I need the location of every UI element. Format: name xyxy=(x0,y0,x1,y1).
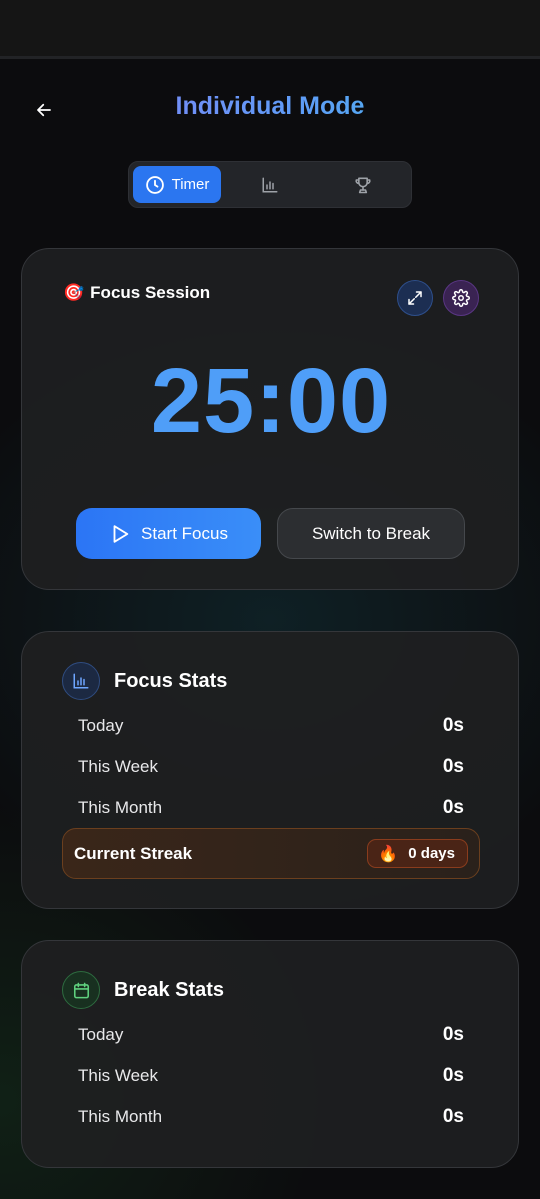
play-icon xyxy=(113,524,129,543)
stat-label: This Week xyxy=(78,1066,158,1085)
stat-label: This Week xyxy=(78,757,158,776)
bar-chart-icon xyxy=(73,673,89,689)
focus-stat-row-week: This Week 0s xyxy=(78,755,464,779)
target-icon: 🎯 xyxy=(63,283,85,302)
timer-display: 25:00 xyxy=(150,350,392,452)
focus-stats-title: Focus Stats xyxy=(114,669,228,692)
gear-icon xyxy=(452,289,470,307)
tab-stats[interactable] xyxy=(227,166,313,203)
stat-value: 0s xyxy=(442,756,464,777)
mode-tabs: Timer xyxy=(128,161,412,208)
focus-stats-header: Focus Stats xyxy=(62,662,227,700)
tab-achievements[interactable] xyxy=(319,166,407,203)
break-stats-icon-badge xyxy=(62,971,100,1009)
focus-session-card: 🎯 Focus Session 25:00 Start Focus Switch… xyxy=(21,248,519,590)
current-streak-row: Current Streak 🔥 0 days xyxy=(62,828,480,879)
break-stats-header: Break Stats xyxy=(62,971,224,1009)
timer-settings-button[interactable] xyxy=(443,280,479,316)
break-stat-row-today: Today 0s xyxy=(78,1023,464,1047)
stat-value: 0s xyxy=(442,1106,464,1127)
focus-stat-row-month: This Month 0s xyxy=(78,796,464,820)
streak-badge: 🔥 0 days xyxy=(367,839,468,868)
stat-value: 0s xyxy=(442,797,464,818)
focus-stat-row-today: Today 0s xyxy=(78,714,464,738)
stat-value: 0s xyxy=(442,1024,464,1045)
session-title: 🎯 Focus Session xyxy=(63,283,210,303)
trophy-icon xyxy=(355,177,371,193)
stat-label: This Month xyxy=(78,1107,163,1126)
break-stat-row-month: This Month 0s xyxy=(78,1105,464,1129)
stat-label: Today xyxy=(78,1025,124,1044)
tab-timer[interactable]: Timer xyxy=(133,166,221,203)
break-stat-row-week: This Week 0s xyxy=(78,1064,464,1088)
focus-stats-card: Focus Stats Today 0s This Week 0s This M… xyxy=(21,631,519,909)
tab-timer-label: Timer xyxy=(171,176,210,193)
start-focus-button[interactable]: Start Focus xyxy=(76,508,261,559)
stat-value: 0s xyxy=(442,1065,464,1086)
stat-label: Today xyxy=(78,716,124,735)
status-bar xyxy=(0,0,540,56)
fullscreen-button[interactable] xyxy=(397,280,433,316)
streak-label: Current Streak xyxy=(74,844,193,863)
expand-icon xyxy=(408,291,422,305)
clock-icon xyxy=(145,175,164,194)
switch-to-break-button[interactable]: Switch to Break xyxy=(277,508,465,559)
focus-stats-icon-badge xyxy=(62,662,100,700)
stat-value: 0s xyxy=(442,715,464,736)
stat-label: This Month xyxy=(78,798,163,817)
calendar-icon xyxy=(73,982,89,998)
page-title: Individual Mode xyxy=(0,92,540,121)
bar-chart-icon xyxy=(262,177,278,192)
start-focus-label: Start Focus xyxy=(141,523,228,543)
status-bar-divider xyxy=(0,56,540,59)
break-stats-card: Break Stats Today 0s This Week 0s This M… xyxy=(21,940,519,1168)
session-title-text: Focus Session xyxy=(90,283,211,302)
break-stats-title: Break Stats xyxy=(114,978,225,1001)
streak-value: 0 days xyxy=(408,845,455,862)
fire-icon: 🔥 xyxy=(378,845,399,863)
